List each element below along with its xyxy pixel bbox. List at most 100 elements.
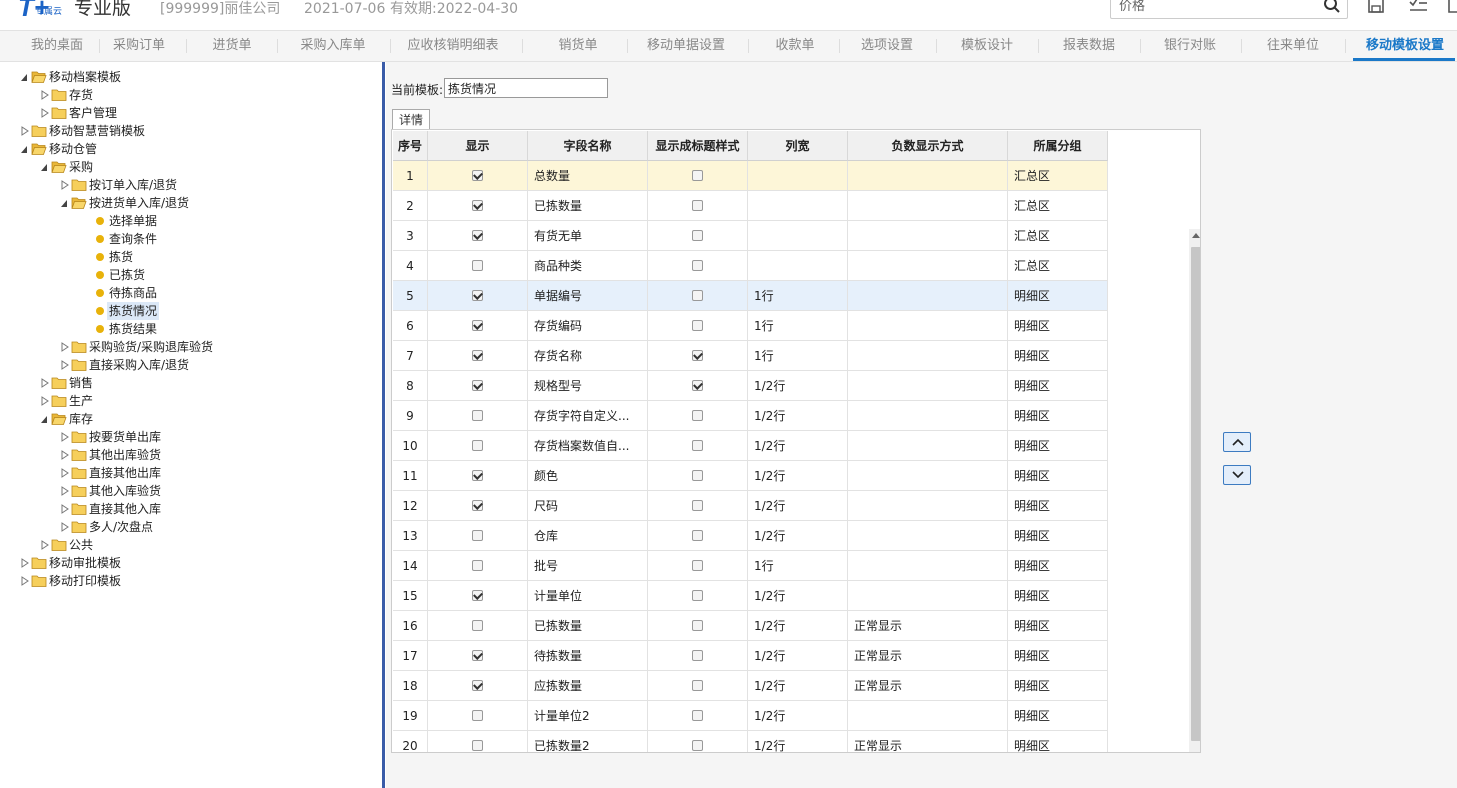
- search-box[interactable]: [1110, 0, 1348, 19]
- title-style-checkbox[interactable]: [692, 320, 703, 331]
- title-style-checkbox[interactable]: [692, 170, 703, 181]
- tree-folder[interactable]: 库存: [0, 410, 370, 428]
- exit-icon[interactable]: [1447, 0, 1457, 14]
- column-width-cell[interactable]: 1/2行: [748, 581, 848, 611]
- negative-display-cell[interactable]: [848, 191, 1008, 221]
- tree-folder[interactable]: 采购: [0, 158, 370, 176]
- show-checkbox[interactable]: [472, 590, 483, 601]
- table-row[interactable]: 16 已拣数量 1/2行 正常显示 明细区: [393, 611, 1108, 641]
- column-width-cell[interactable]: 1/2行: [748, 461, 848, 491]
- expand-closed-icon[interactable]: [60, 176, 70, 194]
- show-checkbox[interactable]: [472, 560, 483, 571]
- tab-item[interactable]: 往来单位: [1249, 31, 1337, 61]
- tree-folder[interactable]: 按订单入库/退货: [0, 176, 370, 194]
- expand-closed-icon[interactable]: [60, 500, 70, 518]
- tab-item[interactable]: 收款单: [758, 31, 832, 61]
- expand-closed-icon[interactable]: [40, 374, 50, 392]
- expand-open-icon[interactable]: [20, 68, 30, 86]
- tab-item[interactable]: 报表数据: [1045, 31, 1133, 61]
- show-checkbox[interactable]: [472, 170, 483, 181]
- title-style-checkbox[interactable]: [692, 230, 703, 241]
- expand-closed-icon[interactable]: [40, 86, 50, 104]
- expand-open-icon[interactable]: [60, 194, 70, 212]
- tab-item[interactable]: 应收核销明细表: [398, 31, 508, 61]
- tab-item[interactable]: 销货单: [536, 31, 620, 61]
- expand-closed-icon[interactable]: [20, 554, 30, 572]
- table-row[interactable]: 5 单据编号 1行 明细区: [393, 281, 1108, 311]
- show-checkbox[interactable]: [472, 500, 483, 511]
- show-checkbox[interactable]: [472, 620, 483, 631]
- expand-closed-icon[interactable]: [60, 464, 70, 482]
- tree-folder[interactable]: 多人/次盘点: [0, 518, 370, 536]
- show-checkbox[interactable]: [472, 260, 483, 271]
- column-width-cell[interactable]: 1/2行: [748, 521, 848, 551]
- negative-display-cell[interactable]: [848, 581, 1008, 611]
- negative-display-cell[interactable]: [848, 521, 1008, 551]
- title-style-checkbox[interactable]: [692, 560, 703, 571]
- show-checkbox[interactable]: [472, 440, 483, 451]
- title-style-checkbox[interactable]: [692, 200, 703, 211]
- column-width-cell[interactable]: 1/2行: [748, 701, 848, 731]
- column-width-cell[interactable]: 1/2行: [748, 491, 848, 521]
- tree-folder[interactable]: 移动审批模板: [0, 554, 370, 572]
- negative-display-cell[interactable]: [848, 701, 1008, 731]
- move-up-button[interactable]: [1223, 432, 1251, 452]
- expand-closed-icon[interactable]: [60, 446, 70, 464]
- expand-open-icon[interactable]: [20, 140, 30, 158]
- search-input[interactable]: [1119, 0, 1314, 15]
- expand-closed-icon[interactable]: [20, 122, 30, 140]
- tree-folder[interactable]: 采购验货/采购退库验货: [0, 338, 370, 356]
- table-row[interactable]: 1 总数量 汇总区: [393, 161, 1108, 191]
- expand-closed-icon[interactable]: [40, 392, 50, 410]
- expand-closed-icon[interactable]: [60, 428, 70, 446]
- tab-item[interactable]: 模板设计: [944, 31, 1030, 61]
- negative-display-cell[interactable]: [848, 431, 1008, 461]
- column-width-cell[interactable]: 1行: [748, 551, 848, 581]
- table-row[interactable]: 3 有货无单 汇总区: [393, 221, 1108, 251]
- show-checkbox[interactable]: [472, 710, 483, 721]
- table-row[interactable]: 9 存货字符自定义... 1/2行 明细区: [393, 401, 1108, 431]
- expand-open-icon[interactable]: [40, 158, 50, 176]
- table-row[interactable]: 8 规格型号 1/2行 明细区: [393, 371, 1108, 401]
- move-down-button[interactable]: [1223, 465, 1251, 485]
- table-row[interactable]: 6 存货编码 1行 明细区: [393, 311, 1108, 341]
- column-width-cell[interactable]: [748, 161, 848, 191]
- show-checkbox[interactable]: [472, 350, 483, 361]
- title-style-checkbox[interactable]: [692, 290, 703, 301]
- negative-display-cell[interactable]: [848, 491, 1008, 521]
- tree-folder[interactable]: 其他入库验货: [0, 482, 370, 500]
- tab-item[interactable]: 银行对账: [1147, 31, 1233, 61]
- table-row[interactable]: 4 商品种类 汇总区: [393, 251, 1108, 281]
- table-row[interactable]: 15 计量单位 1/2行 明细区: [393, 581, 1108, 611]
- show-checkbox[interactable]: [472, 470, 483, 481]
- tree-folder[interactable]: 直接采购入库/退货: [0, 356, 370, 374]
- negative-display-cell[interactable]: 正常显示: [848, 671, 1008, 701]
- tree-folder[interactable]: 直接其他出库: [0, 464, 370, 482]
- expand-closed-icon[interactable]: [20, 572, 30, 590]
- negative-display-cell[interactable]: [848, 341, 1008, 371]
- tree-leaf[interactable]: 拣货结果: [0, 320, 370, 338]
- tab-item[interactable]: 移动模板设置: [1353, 31, 1457, 61]
- tree-folder[interactable]: 其他出库验货: [0, 446, 370, 464]
- table-row[interactable]: 12 尺码 1/2行 明细区: [393, 491, 1108, 521]
- title-style-checkbox[interactable]: [692, 680, 703, 691]
- column-width-cell[interactable]: 1/2行: [748, 671, 848, 701]
- tab-item[interactable]: 采购入库单: [284, 31, 382, 61]
- table-row[interactable]: 18 应拣数量 1/2行 正常显示 明细区: [393, 671, 1108, 701]
- column-width-cell[interactable]: 1行: [748, 281, 848, 311]
- column-width-cell[interactable]: 1行: [748, 311, 848, 341]
- tree-leaf[interactable]: 查询条件: [0, 230, 370, 248]
- title-style-checkbox[interactable]: [692, 470, 703, 481]
- title-style-checkbox[interactable]: [692, 710, 703, 721]
- show-checkbox[interactable]: [472, 230, 483, 241]
- title-style-checkbox[interactable]: [692, 260, 703, 271]
- show-checkbox[interactable]: [472, 410, 483, 421]
- tree-folder[interactable]: 移动档案模板: [0, 68, 370, 86]
- tree-folder[interactable]: 客户管理: [0, 104, 370, 122]
- tree-leaf[interactable]: 拣货情况: [0, 302, 370, 320]
- tree-folder[interactable]: 公共: [0, 536, 370, 554]
- column-width-cell[interactable]: 1/2行: [748, 641, 848, 671]
- scroll-up-icon[interactable]: [1189, 229, 1201, 243]
- tree-folder[interactable]: 按进货单入库/退货: [0, 194, 370, 212]
- expand-closed-icon[interactable]: [60, 338, 70, 356]
